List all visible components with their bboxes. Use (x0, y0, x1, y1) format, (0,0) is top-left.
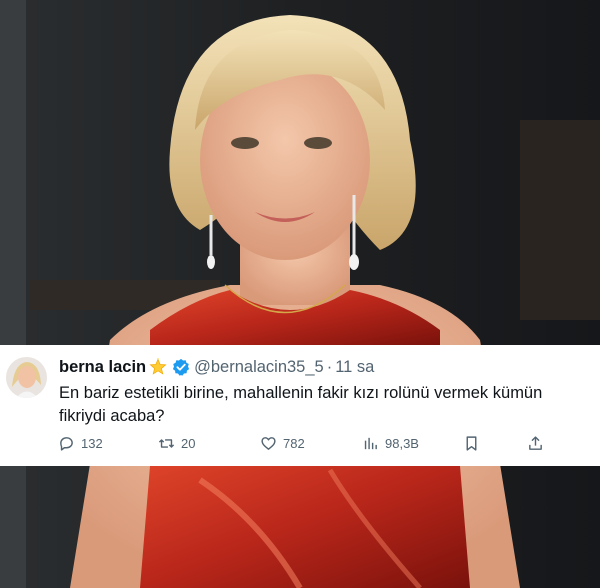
reply-button[interactable]: 132 (58, 432, 103, 454)
bookmark-button[interactable] (463, 432, 486, 454)
tweet-text: En bariz estetikli birine, mahallenin fa… (59, 384, 543, 425)
tweet-card[interactable]: berna lacin @bernalacin35_5 · 11 sa En b… (0, 345, 600, 466)
like-button[interactable]: 782 (260, 432, 305, 454)
avatar[interactable] (6, 357, 47, 398)
share-icon (529, 435, 542, 450)
display-name[interactable]: berna lacin (59, 358, 146, 377)
reply-icon (60, 436, 73, 451)
verified-badge-icon (173, 358, 190, 376)
background-photo (0, 0, 600, 588)
user-handle[interactable]: @bernalacin35_5 (194, 358, 324, 377)
separator-dot: · (326, 357, 333, 376)
timestamp[interactable]: 11 sa (335, 358, 374, 377)
share-button[interactable] (527, 432, 550, 454)
analytics-icon (364, 437, 377, 449)
retweet-count: 20 (181, 435, 196, 451)
bookmark-icon (466, 435, 477, 451)
heart-icon (261, 436, 276, 450)
retweet-button[interactable]: 20 (158, 432, 195, 454)
views-button[interactable]: 98,3B (362, 432, 419, 454)
like-count: 782 (283, 435, 305, 451)
tweet-actions: 132 20 782 98,3B (0, 432, 600, 454)
retweet-icon (158, 438, 175, 448)
tweet-header: berna lacin @bernalacin35_5 · 11 sa (59, 356, 374, 378)
reply-count: 132 (81, 435, 103, 451)
views-count: 98,3B (385, 435, 419, 451)
glowing-star-icon (149, 358, 167, 375)
